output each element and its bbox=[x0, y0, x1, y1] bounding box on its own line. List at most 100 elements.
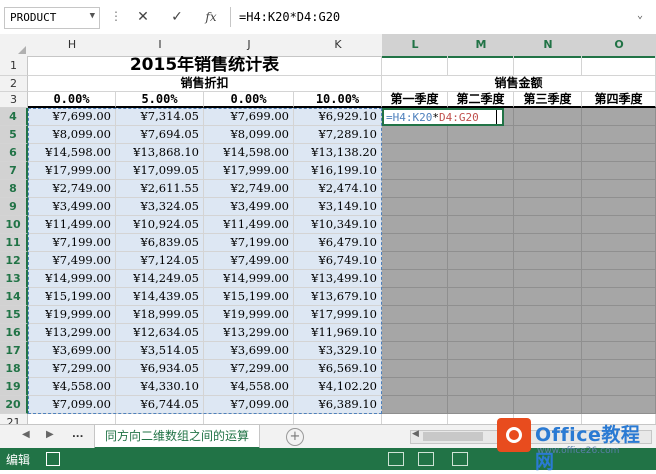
data-cell[interactable]: ¥6,839.05 bbox=[116, 234, 204, 252]
row-header-1[interactable]: 1 bbox=[0, 56, 28, 76]
output-cell[interactable] bbox=[582, 306, 656, 324]
macro-record-icon[interactable] bbox=[46, 452, 60, 466]
normal-view-icon[interactable] bbox=[388, 452, 404, 466]
data-cell[interactable]: ¥7,499.00 bbox=[204, 252, 294, 270]
output-cell[interactable] bbox=[382, 288, 448, 306]
column-header-j[interactable]: J bbox=[204, 34, 295, 57]
data-cell[interactable]: ¥3,514.05 bbox=[116, 342, 204, 360]
output-cell[interactable] bbox=[448, 252, 514, 270]
data-cell[interactable]: ¥6,389.10 bbox=[294, 396, 382, 414]
data-cell[interactable]: ¥13,868.10 bbox=[116, 144, 204, 162]
tab-active-sheet[interactable]: 同方向二维数组之间的运算 bbox=[94, 425, 261, 449]
output-cell[interactable] bbox=[448, 324, 514, 342]
data-cell[interactable]: ¥7,289.10 bbox=[294, 126, 382, 144]
row-header-6[interactable]: 6 bbox=[0, 144, 28, 162]
data-cell[interactable]: ¥3,699.00 bbox=[204, 342, 294, 360]
output-cell[interactable] bbox=[514, 234, 582, 252]
data-cell[interactable]: ¥2,749.00 bbox=[28, 180, 116, 198]
row-header-18[interactable]: 18 bbox=[0, 360, 28, 378]
data-cell[interactable]: ¥11,499.00 bbox=[28, 216, 116, 234]
quarter-header[interactable]: 第二季度 bbox=[448, 92, 514, 108]
data-cell[interactable]: ¥13,299.00 bbox=[204, 324, 294, 342]
data-cell[interactable]: ¥11,499.00 bbox=[204, 216, 294, 234]
output-cell[interactable] bbox=[382, 324, 448, 342]
column-header-h[interactable]: H bbox=[28, 34, 117, 57]
column-header-n[interactable]: N bbox=[514, 34, 583, 58]
output-cell[interactable] bbox=[514, 198, 582, 216]
output-cell[interactable] bbox=[448, 270, 514, 288]
data-cell[interactable]: ¥7,499.00 bbox=[28, 252, 116, 270]
page-break-icon[interactable] bbox=[452, 452, 468, 466]
output-cell[interactable] bbox=[448, 378, 514, 396]
data-cell[interactable]: ¥18,999.05 bbox=[116, 306, 204, 324]
output-cell[interactable] bbox=[582, 180, 656, 198]
data-cell[interactable]: ¥13,138.20 bbox=[294, 144, 382, 162]
row-header-2[interactable]: 2 bbox=[0, 76, 28, 92]
output-cell[interactable] bbox=[514, 216, 582, 234]
data-cell[interactable]: ¥14,999.00 bbox=[28, 270, 116, 288]
output-cell[interactable] bbox=[582, 198, 656, 216]
data-cell[interactable]: ¥6,479.10 bbox=[294, 234, 382, 252]
output-cell[interactable] bbox=[382, 234, 448, 252]
row-header-4[interactable]: 4 bbox=[0, 108, 28, 126]
data-cell[interactable]: ¥7,299.00 bbox=[28, 360, 116, 378]
output-cell[interactable] bbox=[582, 126, 656, 144]
data-cell[interactable]: ¥3,499.00 bbox=[204, 198, 294, 216]
data-cell[interactable]: ¥13,299.00 bbox=[28, 324, 116, 342]
output-cell[interactable] bbox=[448, 198, 514, 216]
row-header-15[interactable]: 15 bbox=[0, 306, 28, 324]
quarter-header[interactable]: 第四季度 bbox=[582, 92, 656, 108]
data-cell[interactable]: ¥14,249.05 bbox=[116, 270, 204, 288]
output-cell[interactable] bbox=[582, 162, 656, 180]
output-cell[interactable] bbox=[382, 306, 448, 324]
output-cell[interactable] bbox=[382, 342, 448, 360]
data-cell[interactable]: ¥12,634.05 bbox=[116, 324, 204, 342]
output-cell[interactable] bbox=[582, 108, 656, 126]
data-cell[interactable]: ¥2,749.00 bbox=[204, 180, 294, 198]
output-cell[interactable] bbox=[582, 342, 656, 360]
data-cell[interactable]: ¥8,099.00 bbox=[204, 126, 294, 144]
output-cell[interactable] bbox=[448, 360, 514, 378]
output-cell[interactable] bbox=[382, 396, 448, 414]
data-cell[interactable]: ¥3,499.00 bbox=[28, 198, 116, 216]
output-cell[interactable] bbox=[448, 144, 514, 162]
output-cell[interactable] bbox=[448, 180, 514, 198]
data-cell[interactable]: ¥7,099.00 bbox=[28, 396, 116, 414]
output-cell[interactable] bbox=[382, 216, 448, 234]
data-cell[interactable]: ¥7,699.00 bbox=[28, 108, 116, 126]
add-sheet-button[interactable]: + bbox=[286, 428, 304, 446]
select-all-corner[interactable] bbox=[0, 34, 29, 57]
output-cell[interactable] bbox=[382, 180, 448, 198]
data-cell[interactable]: ¥6,749.10 bbox=[294, 252, 382, 270]
row-header-5[interactable]: 5 bbox=[0, 126, 28, 144]
output-cell[interactable] bbox=[514, 162, 582, 180]
output-cell[interactable] bbox=[514, 306, 582, 324]
data-cell[interactable]: ¥19,999.00 bbox=[28, 306, 116, 324]
data-cell[interactable]: ¥7,124.05 bbox=[116, 252, 204, 270]
output-cell[interactable] bbox=[514, 396, 582, 414]
data-cell[interactable]: ¥16,199.10 bbox=[294, 162, 382, 180]
data-cell[interactable]: ¥13,679.10 bbox=[294, 288, 382, 306]
output-cell[interactable] bbox=[448, 126, 514, 144]
output-cell[interactable] bbox=[582, 252, 656, 270]
column-header-i[interactable]: I bbox=[116, 34, 205, 57]
data-cell[interactable]: ¥7,299.00 bbox=[204, 360, 294, 378]
data-cell[interactable]: ¥7,699.00 bbox=[204, 108, 294, 126]
data-cell[interactable]: ¥15,199.00 bbox=[28, 288, 116, 306]
row-header-11[interactable]: 11 bbox=[0, 234, 28, 252]
output-cell[interactable] bbox=[582, 216, 656, 234]
output-cell[interactable] bbox=[514, 270, 582, 288]
row-header-19[interactable]: 19 bbox=[0, 378, 28, 396]
output-cell[interactable] bbox=[514, 144, 582, 162]
quarter-header[interactable]: 第一季度 bbox=[382, 92, 448, 108]
output-cell[interactable] bbox=[582, 396, 656, 414]
sheet-title[interactable]: 2015年销售统计表 bbox=[28, 56, 382, 76]
cell-l1[interactable] bbox=[382, 56, 448, 76]
data-cell[interactable]: ¥10,924.05 bbox=[116, 216, 204, 234]
discount-rate[interactable]: 5.00% bbox=[116, 92, 204, 108]
output-cell[interactable] bbox=[448, 342, 514, 360]
data-cell[interactable]: ¥14,598.00 bbox=[204, 144, 294, 162]
data-cell[interactable]: ¥14,439.05 bbox=[116, 288, 204, 306]
scroll-left-icon[interactable]: ◀ bbox=[412, 429, 419, 439]
output-cell[interactable] bbox=[582, 144, 656, 162]
